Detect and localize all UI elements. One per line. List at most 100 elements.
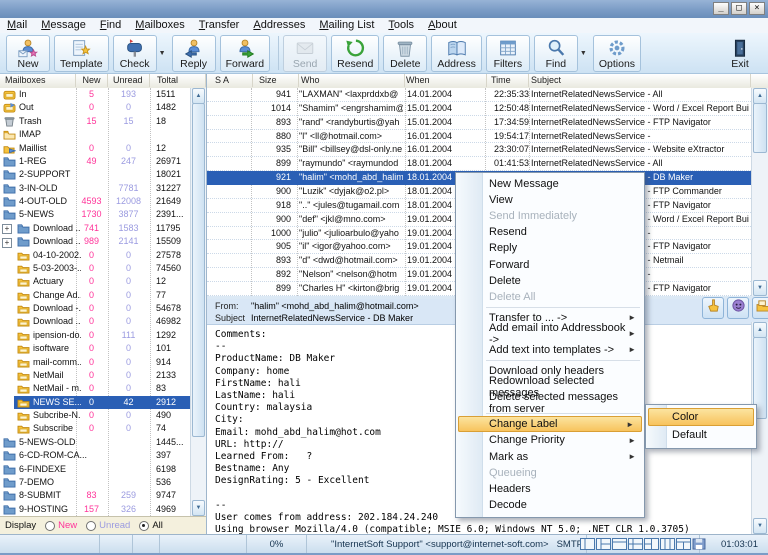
mailbox-item-trash[interactable]: Trash151518 [0,115,190,128]
message-row[interactable]: 935"Bill" <billsey@dsl-only.ne16.01.2004… [207,143,751,157]
context-menu-item-reply[interactable]: Reply [456,240,644,256]
scrollbar-thumb[interactable] [753,103,767,153]
scroll-down-icon[interactable]: ▼ [753,518,767,534]
scroll-up-icon[interactable]: ▲ [753,88,767,104]
mailbox-item-mail-comm[interactable]: mail-comm...00914 [0,356,190,369]
mailbox-item-8-submit[interactable]: 8-SUBMIT832599747 [0,489,190,502]
message-row[interactable]: 941"LAXMAN" <laxprddxb@14.01.200422:35:3… [207,88,751,102]
message-column-header-size[interactable]: Size [253,74,299,87]
restore-button[interactable]: □ [731,2,747,15]
display-option-new[interactable]: New [45,520,77,531]
message-list-scrollbar[interactable]: ▲ ▼ [751,88,768,296]
mailbox-item-netmail[interactable]: NetMail002133 [0,369,190,382]
mailboxes-column-header-mailboxes[interactable]: Mailboxes [0,74,76,87]
layout-1-icon[interactable] [580,538,595,550]
scroll-up-icon[interactable]: ▲ [753,322,767,338]
options-button[interactable]: Options [593,35,641,72]
mailbox-item-5-news[interactable]: 5-NEWS173038772391... [0,208,190,221]
expand-plus-icon[interactable]: + [2,224,12,234]
message-column-header-subject[interactable]: Subject [529,74,751,87]
mailbox-item-netmail-m[interactable]: NetMail - m...0083 [0,382,190,395]
scroll-up-icon[interactable]: ▲ [192,88,205,104]
expand-plus-icon[interactable]: + [2,238,12,248]
layout-5-icon[interactable] [644,538,659,550]
layout-2-icon[interactable] [596,538,611,550]
menubar-item-transfer[interactable]: Transfer [192,18,247,33]
mailbox-item-5-news-old[interactable]: 5-NEWS-OLD1445... [0,436,190,449]
menubar-item-addresses[interactable]: Addresses [246,18,312,33]
message-column-header-who[interactable]: Who [299,74,405,87]
mailbox-item-4-out-old[interactable]: 4-OUT-OLD45931200821649 [0,195,190,208]
mailbox-item-ipension-do[interactable]: ipension-do...01111292 [0,329,190,342]
mailbox-item-download[interactable]: +Download ...989214115509 [0,235,190,248]
radio-button[interactable] [86,521,96,531]
message-row[interactable]: 1014"Shamim" <engrshamim@15.01.200412:50… [207,102,751,116]
context-menu-item-headers[interactable]: Headers [456,481,644,497]
layout-7-icon[interactable] [676,538,691,550]
message-row[interactable]: 893"rand" <randyburtis@yah15.01.200417:3… [207,116,751,130]
context-menu-item-add-text-into-templates[interactable]: Add text into templates ->► [456,342,644,358]
mailbox-item-in[interactable]: In51931511 [0,88,190,101]
context-menu-item-delete-selected-messages-from-server[interactable]: Delete selected messages from server [456,395,644,411]
mailbox-item-isoftware[interactable]: isoftware00101 [0,342,190,355]
menubar-item-mailing-list[interactable]: Mailing List [312,18,381,33]
mailbox-item-download[interactable]: +Download ...741158311795 [0,222,190,235]
context-menu-item-change-label[interactable]: Change Label► [458,416,642,432]
menubar-item-tools[interactable]: Tools [381,18,421,33]
mailbox-item-6-cd-rom-ca[interactable]: 6-CD-ROM-CA...397 [0,449,190,462]
context-menu-item-view[interactable]: View [456,192,644,208]
mailbox-item-3-in-old[interactable]: 3-IN-OLD778131227 [0,182,190,195]
menubar-item-about[interactable]: About [421,18,464,33]
check-dropdown-arrow-icon[interactable]: ▼ [157,35,168,72]
exit-button[interactable]: Exit [720,36,760,73]
mailbox-item-5-03-2003[interactable]: 5-03-2003-...0074560 [0,262,190,275]
check-button[interactable]: Check [113,35,157,72]
mailboxes-column-header-unread[interactable]: Unread [108,74,150,87]
submenu-item-default[interactable]: Default [646,426,756,444]
mailbox-item-imap[interactable]: IMAP [0,128,190,141]
mailbox-item-6-findexe[interactable]: 6-FINDEXE6198 [0,463,190,476]
message-column-header-time[interactable]: Time [487,74,529,87]
mailboxes-column-header-toltal[interactable]: Toltal [150,74,206,87]
resend-button[interactable]: Resend [331,35,379,72]
mailbox-item-maillist[interactable]: Maillist0012 [0,142,190,155]
mailbox-item-actuary[interactable]: Actuary0012 [0,275,190,288]
context-menu-item-change-priority[interactable]: Change Priority► [456,432,644,448]
find-button[interactable]: Find [534,35,578,72]
display-option-all[interactable]: All [139,520,163,531]
submenu-item-color[interactable]: Color [648,408,754,426]
mailbox-item-04-10-2002[interactable]: 04-10-2002...0027578 [0,249,190,262]
display-option-unread[interactable]: Unread [86,520,130,531]
menubar-item-mail[interactable]: Mail [0,18,34,33]
mailbox-button[interactable] [752,297,768,319]
mailboxes-scrollbar[interactable]: ▲ ▼ [190,88,206,516]
menubar-item-find[interactable]: Find [93,18,128,33]
radio-button[interactable] [139,521,149,531]
context-menu-item-delete[interactable]: Delete [456,273,644,289]
face-button[interactable] [727,297,749,319]
context-menu-item-resend[interactable]: Resend [456,224,644,240]
context-menu-item-mark-as[interactable]: Mark as► [456,449,644,465]
new-button[interactable]: New [6,35,50,72]
minimize-button[interactable]: _ [713,2,729,15]
mailbox-item-7-demo[interactable]: 7-DEMO536 [0,476,190,489]
mailbox-item-out[interactable]: Out001482 [0,101,190,114]
context-menu-item-forward[interactable]: Forward [456,256,644,272]
scroll-down-icon[interactable]: ▼ [192,500,205,516]
layout-3-icon[interactable] [612,538,627,550]
menubar-item-mailboxes[interactable]: Mailboxes [128,18,192,33]
menubar-item-message[interactable]: Message [34,18,93,33]
message-row[interactable]: 899"raymundo" <raymundod18.01.200401:41:… [207,157,751,171]
message-column-header-when[interactable]: When [405,74,487,87]
layout-6-icon[interactable] [660,538,675,550]
filters-button[interactable]: Filters [486,35,530,72]
template-button[interactable]: Template [54,35,109,72]
scroll-down-icon[interactable]: ▼ [753,280,767,296]
message-column-header-s-a[interactable]: S A [207,74,253,87]
close-button[interactable]: × [749,2,765,15]
scrollbar-thumb[interactable] [192,103,205,437]
mailbox-item-9-hosting[interactable]: 9-HOSTING1573264969 [0,503,190,516]
mailbox-item-subscribe[interactable]: Subscribe0074 [0,422,190,435]
mailbox-item-1-reg[interactable]: 1-REG4924726971 [0,155,190,168]
hand-button[interactable] [702,297,724,319]
